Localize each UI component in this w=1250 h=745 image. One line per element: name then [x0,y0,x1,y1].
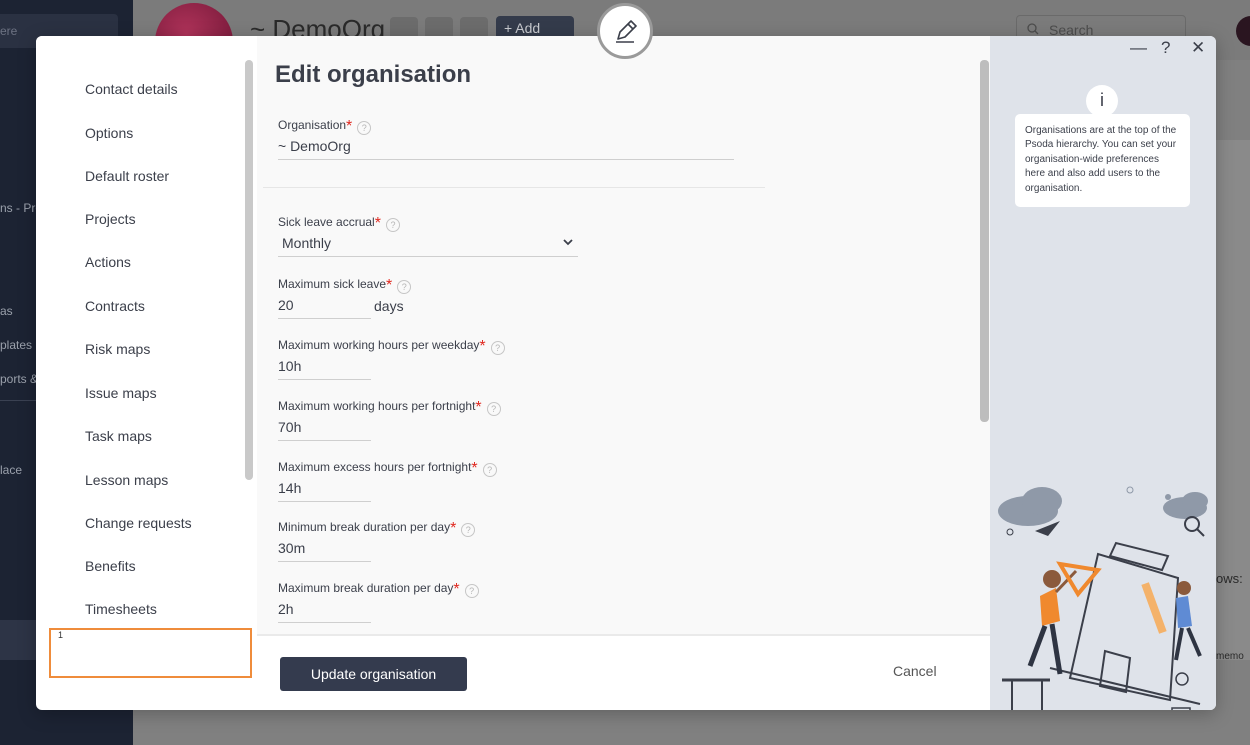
nav-scrollbar[interactable] [245,60,253,480]
help-icon[interactable]: ? [397,280,412,294]
max-hours-fortnight-label: Maximum working hours per fortnight*? [278,397,501,416]
edit-organisation-modal: Contact details Options Default roster P… [36,36,1216,710]
max-break-label-text: Maximum break duration per day [278,581,454,595]
help-icon[interactable]: ? [385,218,400,232]
highlighted-region [49,628,252,678]
min-break-label: Minimum break duration per day*? [278,518,476,537]
help-icon[interactable]: ? [461,523,476,537]
nav-item-risk-maps[interactable]: Risk maps [85,341,150,357]
max-hours-weekday-input[interactable]: 10h [278,356,371,380]
background-sidebar-item: ports & [0,372,39,386]
min-break-input[interactable]: 30m [278,538,371,562]
nav-item-timesheets[interactable]: Timesheets [85,601,157,617]
form-area: Edit organisation Organisation*? ~ DemoO… [257,36,990,634]
max-excess-fortnight-label-text: Maximum excess hours per fortnight [278,460,472,474]
nav-item-actions[interactable]: Actions [85,254,131,270]
max-sick-leave-unit: days [374,298,404,314]
required-marker: * [450,520,457,537]
highlight-mark: 1 [58,630,64,640]
organisation-input[interactable]: ~ DemoOrg [278,136,734,160]
background-sidebar-item: as [0,304,13,318]
help-icon[interactable]: ? [482,463,497,477]
background-sidebar-divider [0,400,36,401]
nav-item-projects[interactable]: Projects [85,211,136,227]
min-break-label-text: Minimum break duration per day [278,520,451,534]
organisation-label-text: Organisation [278,118,347,132]
help-icon[interactable]: ? [486,402,501,416]
required-marker: * [453,581,460,598]
max-break-label: Maximum break duration per day*? [278,579,479,598]
required-marker: * [346,118,353,135]
help-icon[interactable]: ? [357,121,372,135]
required-marker: * [374,215,381,232]
sick-leave-accrual-label-text: Sick leave accrual [278,215,375,229]
max-break-input[interactable]: 2h [278,599,371,623]
building-illustration [998,486,1208,710]
minimize-button[interactable]: — [1130,38,1147,58]
background-sidebar-selected [0,620,36,660]
update-organisation-button[interactable]: Update organisation [280,657,467,691]
required-marker: * [479,338,486,355]
background-right-text: memo [1216,651,1244,662]
background-sidebar-item: plates [0,338,33,352]
form-scrollbar[interactable] [980,60,989,422]
max-hours-weekday-label-text: Maximum working hours per weekday [278,338,480,352]
nav-item-task-maps[interactable]: Task maps [85,428,152,444]
section-divider [263,187,765,188]
nav-item-lesson-maps[interactable]: Lesson maps [85,472,168,488]
max-hours-weekday-label: Maximum working hours per weekday*? [278,336,505,355]
cancel-button[interactable]: Cancel [893,663,937,679]
sick-leave-accrual-select[interactable]: Monthly [278,233,578,257]
max-hours-fortnight-input[interactable]: 70h [278,417,371,441]
max-sick-leave-input[interactable]: 20 [278,295,371,319]
edit-badge [597,3,653,59]
help-button[interactable]: ? [1161,38,1170,58]
info-icon: i [1086,85,1118,117]
info-card: Organisations are at the top of the Psod… [1015,114,1190,207]
organisation-label: Organisation*? [278,116,372,135]
modal-section-nav: Contact details Options Default roster P… [36,36,256,636]
help-icon[interactable]: ? [464,584,479,598]
max-excess-fortnight-input[interactable]: 14h [278,478,371,502]
search-icon [1027,23,1039,35]
background-right-text: ows: [1216,571,1243,586]
required-marker: * [475,399,482,416]
required-marker: * [386,277,393,294]
sick-leave-accrual-value: Monthly [282,235,332,251]
close-button[interactable]: ✕ [1191,38,1205,58]
help-icon[interactable]: ? [490,341,505,355]
pencil-icon [616,20,637,43]
max-excess-fortnight-label: Maximum excess hours per fortnight*? [278,458,497,477]
background-sidebar-item: lace [0,463,23,477]
required-marker: * [471,460,478,477]
nav-item-benefits[interactable]: Benefits [85,558,136,574]
nav-item-contracts[interactable]: Contracts [85,298,145,314]
nav-item-options[interactable]: Options [85,125,133,141]
nav-item-default-roster[interactable]: Default roster [85,168,169,184]
nav-item-issue-maps[interactable]: Issue maps [85,385,157,401]
max-hours-fortnight-label-text: Maximum working hours per fortnight [278,399,476,413]
chevron-down-icon [563,239,573,246]
info-panel: — ? ✕ Organisations are at the top of th… [990,36,1216,710]
background-sidebar-search-text: ere [0,24,18,38]
modal-title: Edit organisation [275,61,472,88]
nav-item-contact-details[interactable]: Contact details [85,81,178,97]
modal-footer: Update organisation Cancel [257,634,990,710]
sick-leave-accrual-label: Sick leave accrual*? [278,213,400,232]
max-sick-leave-label-text: Maximum sick leave [278,277,387,291]
nav-item-change-requests[interactable]: Change requests [85,515,192,531]
max-sick-leave-label: Maximum sick leave*? [278,275,412,294]
